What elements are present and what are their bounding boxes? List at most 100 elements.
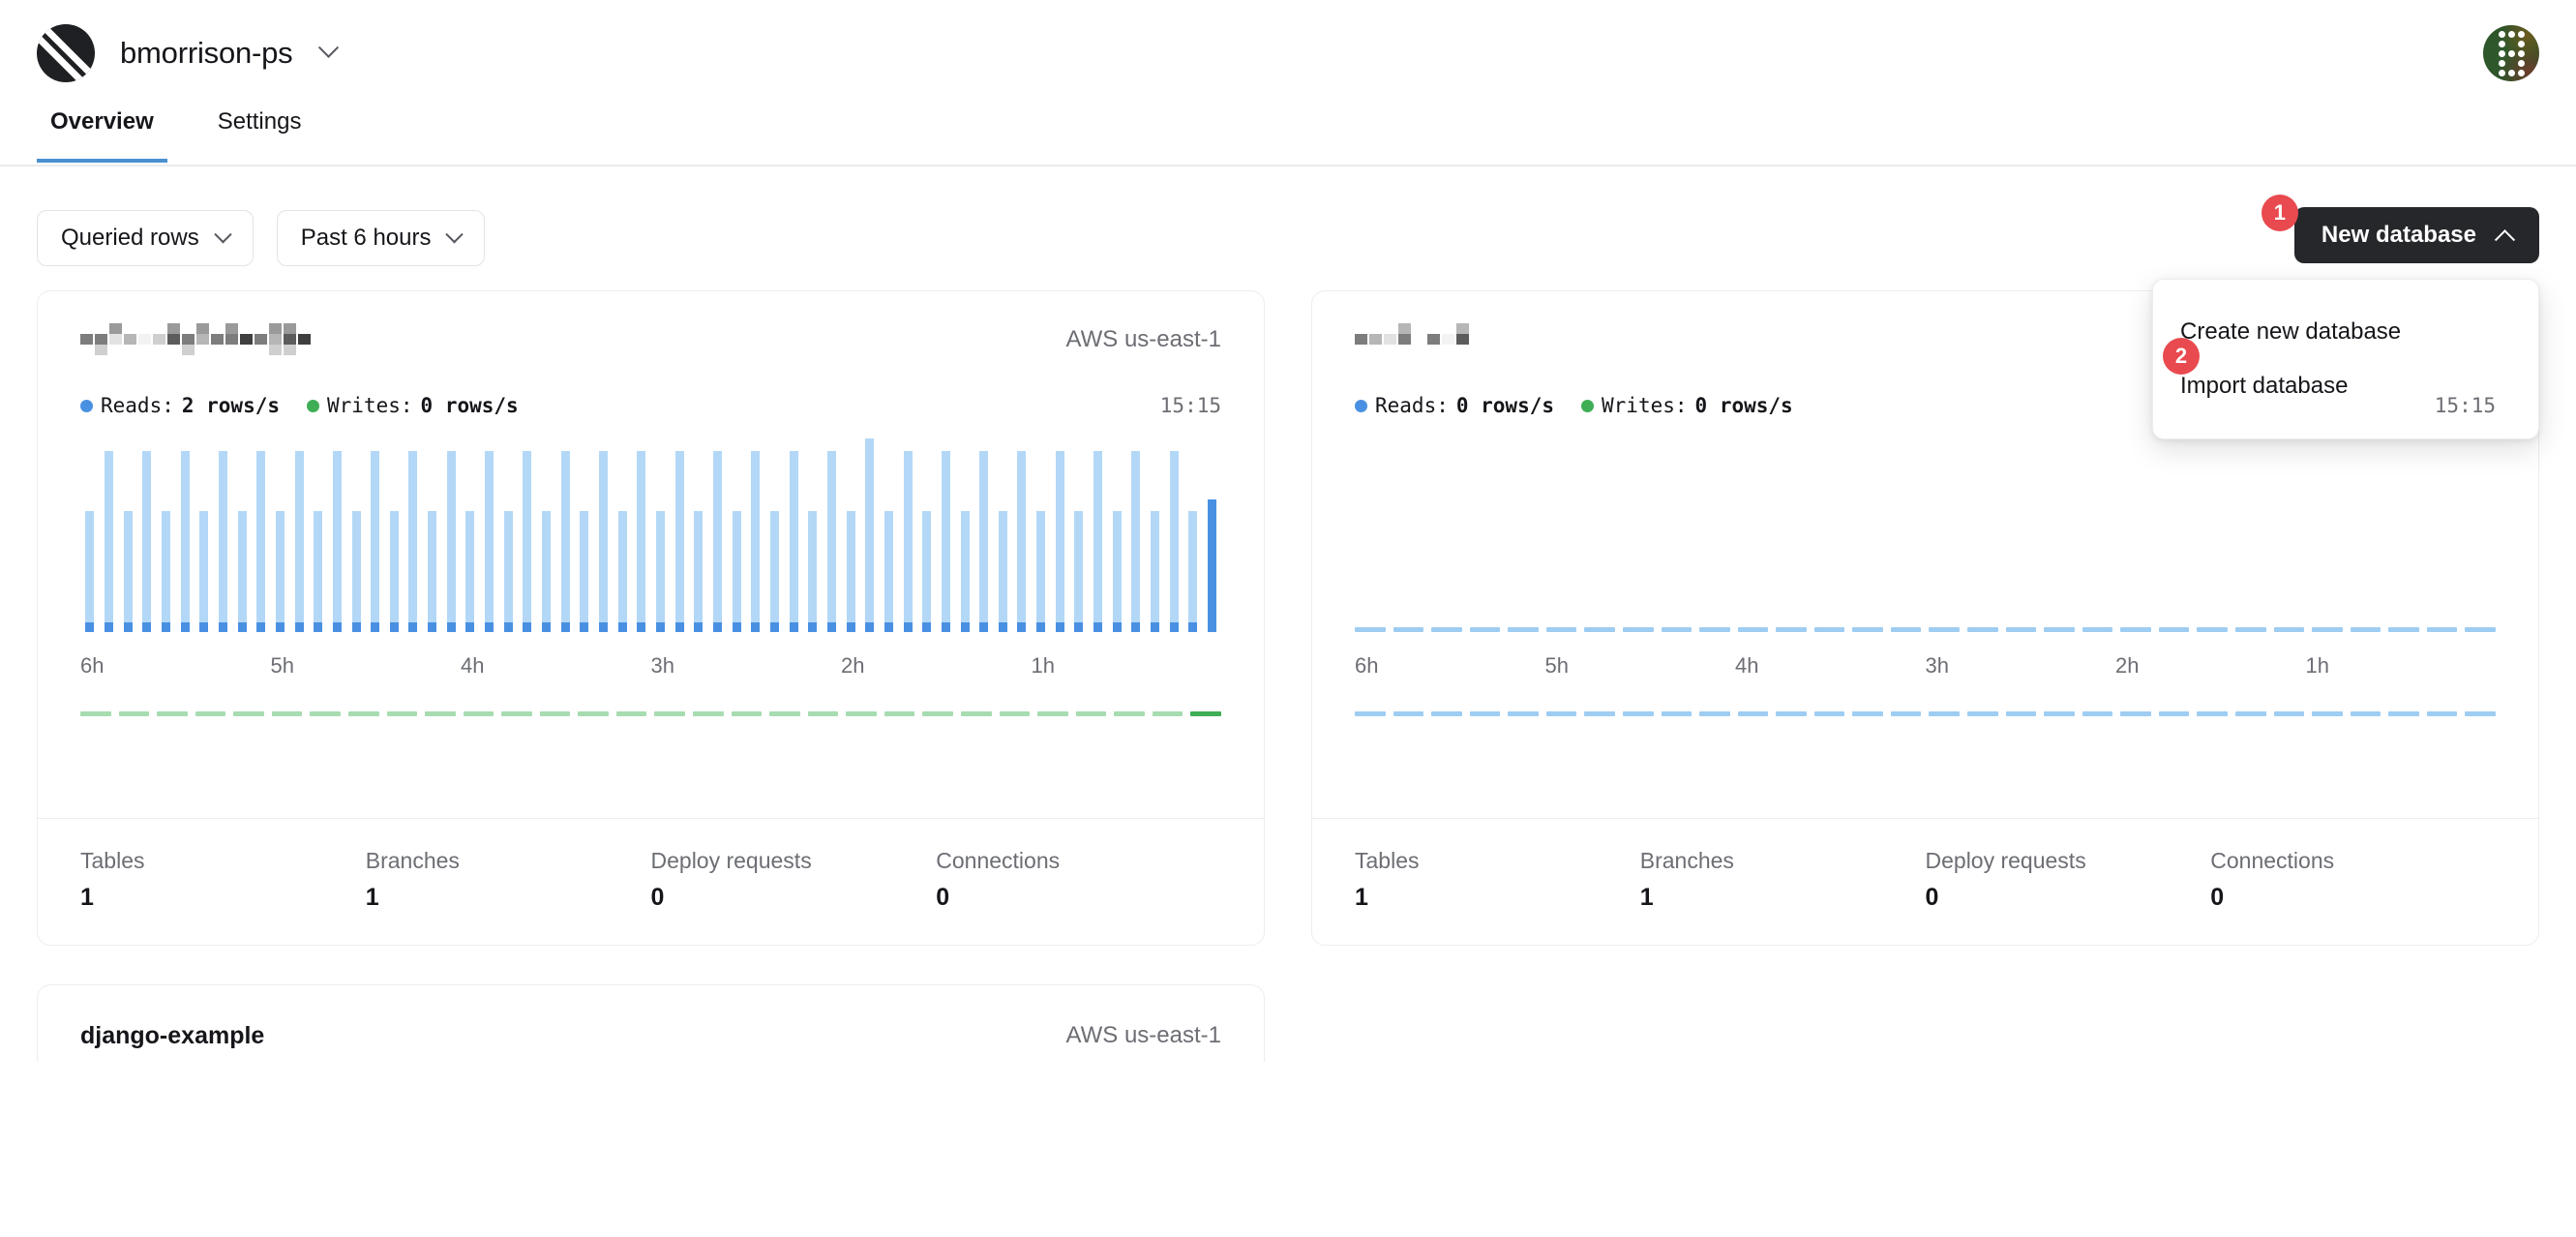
chart-bar (808, 511, 818, 632)
chart-bar (998, 511, 1007, 632)
org-switcher-chevron[interactable] (317, 37, 340, 69)
time-filter-dropdown[interactable]: Past 6 hours (276, 210, 486, 266)
database-card[interactable]: AWS us-east-1 Reads: 2 rows/s Writes: 0 … (37, 290, 1265, 946)
chart-bar-base (1093, 622, 1103, 632)
chart-bar-base (1017, 622, 1027, 632)
stat-tables-value: 1 (80, 884, 94, 911)
chart-bar-base (979, 622, 989, 632)
dash-segment (1661, 711, 1692, 716)
chart-bar-slot (346, 438, 366, 632)
chart-bar-slot (214, 438, 233, 632)
chart-bar-slot (898, 438, 917, 632)
chart-bar-slot (1203, 438, 1222, 632)
stat-deploy-requests: Deploy requests 0 (651, 848, 937, 912)
dash-segment (1852, 627, 1883, 632)
chart-bar (865, 438, 875, 632)
chart-bar-base (1151, 622, 1160, 632)
chart-bar-slot (480, 438, 499, 632)
chart-bar-slot (271, 438, 290, 632)
dash-segment (1967, 711, 1998, 716)
chart-bar (637, 450, 646, 632)
x-axis-tick: 2h (2115, 653, 2140, 678)
chart-bar-base (1131, 622, 1141, 632)
chart-bar (389, 511, 399, 632)
chart-bar-base (465, 622, 475, 632)
chart-bar (503, 511, 513, 632)
chart-bar (599, 450, 609, 632)
x-axis-tick: 5h (270, 653, 294, 678)
chart-bar-slot (670, 438, 689, 632)
chart-bar-slot (917, 438, 937, 632)
chart-bar (1169, 450, 1179, 632)
stat-connections-label: Connections (2210, 848, 2335, 873)
database-name-redacted (80, 323, 311, 355)
chart-bar (256, 450, 266, 632)
tab-settings[interactable]: Settings (204, 106, 315, 163)
dash-segment (1661, 627, 1692, 632)
legend-reads-label: Reads: (1375, 394, 1449, 417)
dash-segment (1431, 627, 1462, 632)
chart-bar (465, 511, 475, 632)
chart-bar-slot (289, 438, 309, 632)
dash-segment (2120, 627, 2151, 632)
chart-bar-base (161, 622, 170, 632)
org-switcher[interactable]: bmorrison-ps (37, 24, 340, 82)
database-card-partial[interactable]: django-example AWS us-east-1 (37, 984, 1265, 1062)
step-badge-2: 2 (2163, 338, 2200, 375)
dash-segment (2312, 627, 2343, 632)
legend-writes-value: 0 rows/s (420, 394, 519, 417)
new-database-cluster: 1 New database 2 Create new database Imp… (2152, 195, 2539, 439)
dash-segment (1469, 711, 1501, 716)
chart-timestamp: 15:15 (2434, 394, 2496, 417)
new-database-button[interactable]: New database (2293, 207, 2539, 263)
chart-bar (674, 450, 684, 632)
tab-overview[interactable]: Overview (37, 106, 167, 163)
dash-segment (2388, 627, 2419, 632)
stat-deploy-requests: Deploy requests 0 (1926, 848, 2211, 912)
stat-tables-label: Tables (1355, 848, 1420, 873)
dash-segment (2044, 627, 2075, 632)
dash-segment (1545, 711, 1577, 716)
chart-bar (1208, 498, 1217, 632)
chart-bar-slot (80, 438, 100, 632)
dash-segment (1890, 711, 1922, 716)
dash-segment (2350, 627, 2381, 632)
database-card[interactable]: Reads: 0 rows/s Writes: 0 rows/s 15:15 6… (1311, 290, 2539, 946)
dash-segment (2197, 711, 2228, 716)
chart-bar (1112, 511, 1122, 632)
chart-bar-base (123, 622, 133, 632)
chart-bar-slot (823, 438, 842, 632)
chart-bar-slot (860, 438, 880, 632)
chart-bar-base (1074, 622, 1084, 632)
stat-branches-value: 1 (365, 884, 379, 911)
reads-writes-chart (80, 438, 1221, 632)
avatar[interactable] (2483, 25, 2539, 81)
chart-bar-slot (613, 438, 632, 632)
chart-bar-slot (880, 438, 899, 632)
dash-segment (922, 711, 953, 716)
dash-segment (1393, 711, 1424, 716)
metric-filter-dropdown[interactable]: Queried rows (37, 210, 254, 266)
dash-segment (233, 711, 264, 716)
chart-bar (560, 450, 570, 632)
chart-bar-base (998, 622, 1007, 632)
dash-segment (2350, 711, 2381, 716)
dash-segment (1737, 627, 1769, 632)
dash-segment (1114, 711, 1145, 716)
chart-bar-slot (423, 438, 442, 632)
dash-segment (1508, 711, 1539, 716)
dash-segment (1622, 627, 1654, 632)
stat-tables-value: 1 (1355, 884, 1368, 911)
chart-bar-slot (461, 438, 480, 632)
chart-bar-slot (175, 438, 195, 632)
chart-bar-base (656, 622, 666, 632)
dash-segment (2465, 711, 2496, 716)
dash-segment (2120, 711, 2151, 716)
chart-bar (1055, 450, 1064, 632)
chart-bar-slot (537, 438, 556, 632)
chart-bar-base (922, 622, 932, 632)
chart-bar-slot (1032, 438, 1051, 632)
chart-bar (104, 450, 113, 632)
metric-filter-label: Queried rows (61, 225, 199, 251)
chart-x-axis: 6h 5h 4h 3h 2h 1h (80, 653, 1221, 679)
